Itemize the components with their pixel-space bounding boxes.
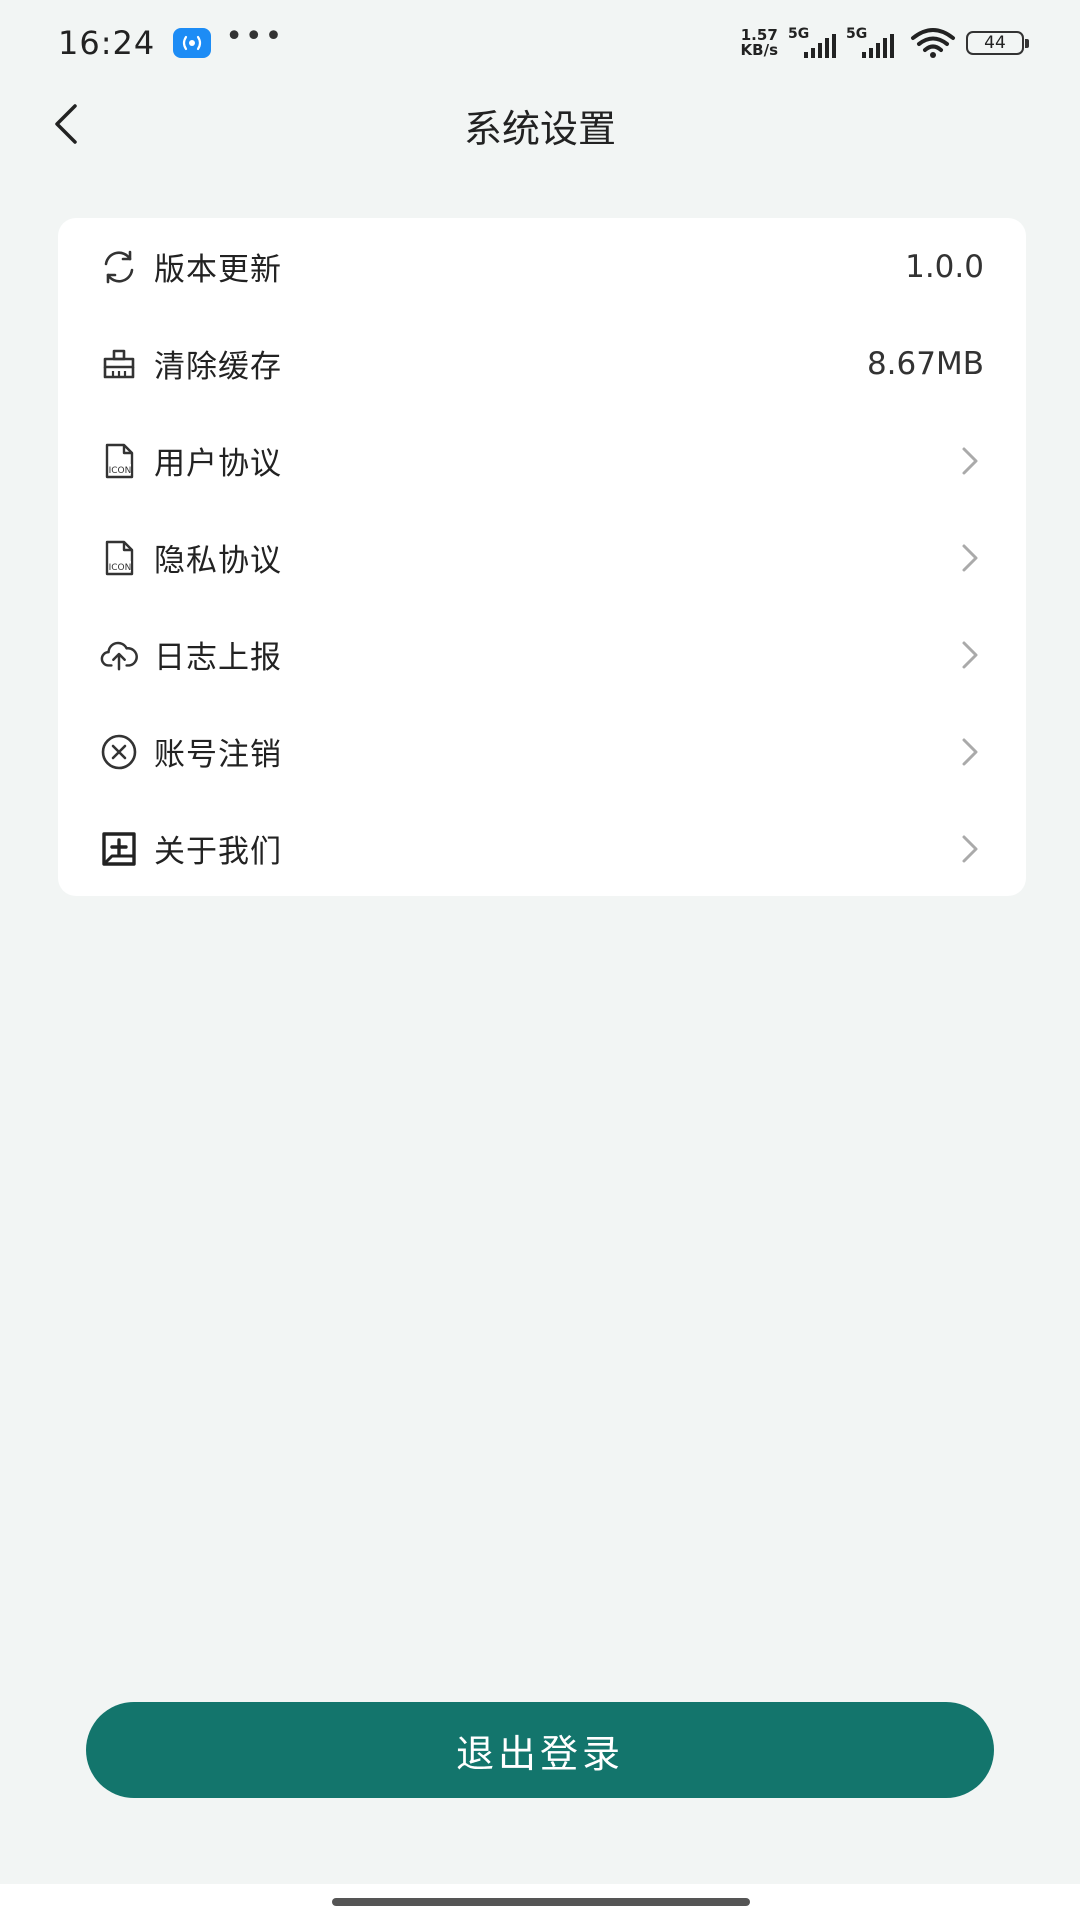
signal-sim2-icon: 5G	[846, 26, 894, 58]
status-time: 16:24	[58, 24, 156, 62]
status-bar: 16:24 ••• 1.57 KB/s 5G 5G 44	[0, 0, 1080, 86]
settings-row-label: 关于我们	[154, 834, 282, 870]
network-speed: 1.57 KB/s	[741, 28, 778, 58]
version-value: 1.0.0	[905, 248, 984, 285]
settings-row-log-report[interactable]: 日志上报	[58, 606, 1026, 703]
settings-row-label: 清除缓存	[154, 349, 282, 385]
battery-icon: 44	[966, 31, 1029, 55]
page-title: 系统设置	[463, 107, 616, 151]
settings-row-label: 用户协议	[154, 446, 282, 482]
document-icon: ICON	[100, 442, 138, 480]
chevron-right-icon	[956, 442, 984, 480]
chevron-right-icon	[956, 830, 984, 868]
signal-sim1-icon: 5G	[788, 26, 836, 58]
svg-text:ICON: ICON	[109, 466, 132, 476]
chevron-right-icon	[956, 733, 984, 771]
settings-row-label: 隐私协议	[154, 543, 282, 579]
settings-row-version-update[interactable]: 版本更新 1.0.0	[58, 218, 1026, 315]
settings-row-privacy-agreement[interactable]: ICON 隐私协议	[58, 509, 1026, 606]
settings-row-delete-account[interactable]: 账号注销	[58, 703, 1026, 800]
info-box-icon	[100, 830, 138, 868]
refresh-icon	[100, 248, 138, 286]
logout-button[interactable]: 退出登录	[86, 1702, 994, 1798]
settings-card: 版本更新 1.0.0 清除缓存 8.67MB ICON 用户协议 ICON 隐私…	[58, 218, 1026, 896]
battery-level: 44	[984, 33, 1006, 53]
home-indicator[interactable]	[332, 1898, 750, 1906]
more-notifications-icon: •••	[225, 19, 285, 54]
broadcast-app-icon	[173, 28, 212, 58]
cloud-upload-icon	[100, 636, 138, 674]
settings-row-label: 日志上报	[154, 640, 282, 676]
sim2-label: 5G	[846, 26, 868, 42]
cache-size-value: 8.67MB	[866, 345, 984, 382]
broom-icon	[100, 345, 138, 383]
network-speed-unit: KB/s	[740, 41, 778, 59]
chevron-right-icon	[956, 539, 984, 577]
settings-row-clear-cache[interactable]: 清除缓存 8.67MB	[58, 315, 1026, 412]
wifi-icon	[910, 27, 956, 59]
svg-text:ICON: ICON	[109, 563, 132, 573]
settings-row-label: 版本更新	[154, 252, 282, 288]
document-icon: ICON	[100, 539, 138, 577]
settings-row-about-us[interactable]: 关于我们	[58, 800, 1026, 897]
settings-row-label: 账号注销	[154, 737, 282, 773]
title-bar: 系统设置	[0, 86, 1080, 162]
settings-row-user-agreement[interactable]: ICON 用户协议	[58, 412, 1026, 509]
close-circle-icon	[100, 733, 138, 771]
sim1-label: 5G	[788, 26, 810, 42]
chevron-right-icon	[956, 636, 984, 674]
